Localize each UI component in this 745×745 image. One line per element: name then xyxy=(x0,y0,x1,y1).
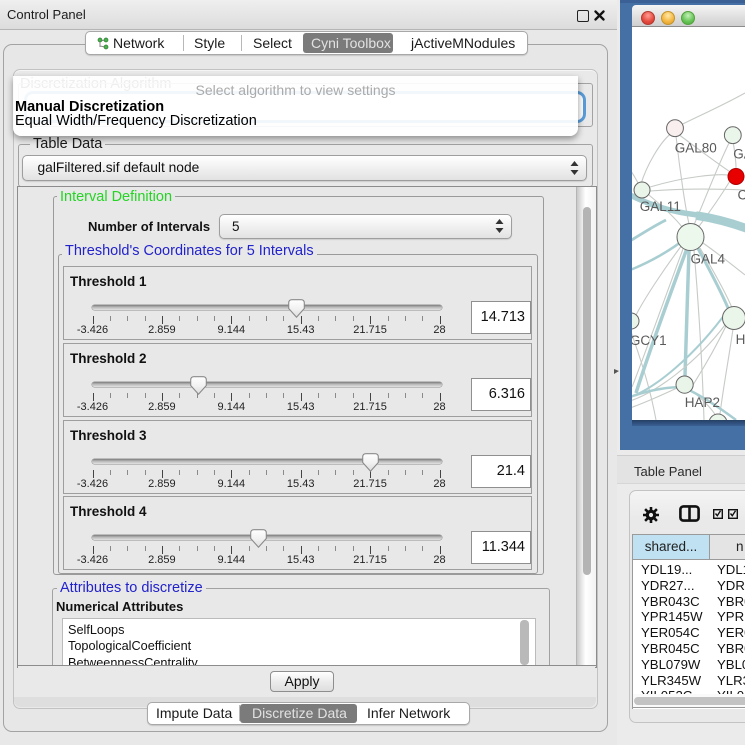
svg-text:GAL11: GAL11 xyxy=(640,199,681,214)
svg-text:GCY1: GCY1 xyxy=(632,333,667,348)
svg-text:GA: GA xyxy=(733,147,745,162)
svg-text:GAL80: GAL80 xyxy=(675,141,717,156)
svg-text:HAP2: HAP2 xyxy=(685,395,720,410)
svg-text:H: H xyxy=(736,332,745,347)
svg-text:GAL4: GAL4 xyxy=(691,252,726,267)
svg-text:C: C xyxy=(738,188,745,203)
